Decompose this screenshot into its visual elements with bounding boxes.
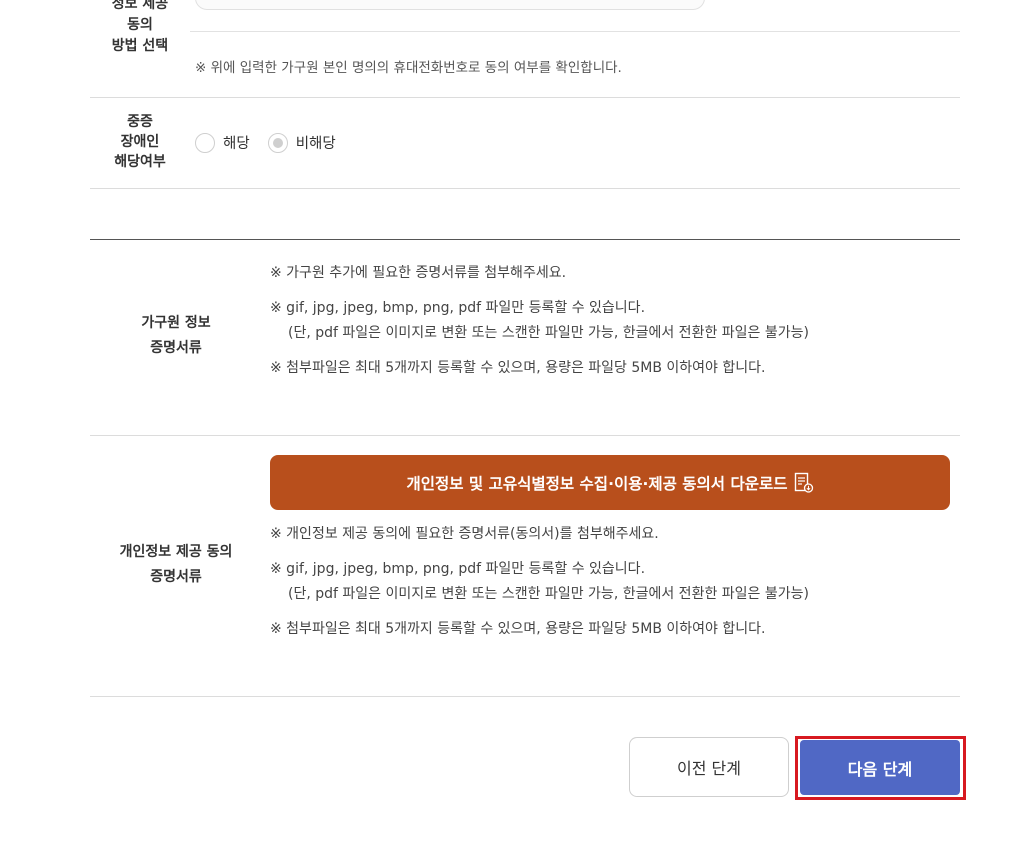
divider [90, 188, 960, 189]
divider [90, 696, 960, 697]
divider [190, 31, 960, 32]
previous-step-button[interactable]: 이전 단계 [629, 737, 789, 797]
consent-method-label: 정보 제공 동의 방법 선택 [111, 0, 169, 54]
privacy-docs-note: (단, pdf 파일은 이미지로 변환 또는 스캔한 파일만 가능, 한글에서 … [288, 586, 809, 602]
household-docs-note: (단, pdf 파일은 이미지로 변환 또는 스캔한 파일만 가능, 한글에서 … [288, 325, 809, 341]
privacy-docs-note: ※ 첨부파일은 최대 5개까지 등록할 수 있으며, 용량은 파일당 5MB 이… [270, 621, 766, 637]
privacy-docs-note: ※ gif, jpg, jpeg, bmp, png, pdf 파일만 등록할 … [270, 561, 646, 577]
privacy-docs-note: ※ 개인정보 제공 동의에 필요한 증명서류(동의서)를 첨부해주세요. [270, 526, 659, 542]
divider [90, 435, 960, 436]
divider [90, 97, 960, 98]
privacy-docs-label: 개인정보 제공 동의 증명서류 [119, 544, 233, 585]
radio-option-not-applicable[interactable]: 비해당 [267, 132, 336, 153]
radio-button-selected[interactable] [267, 132, 288, 153]
radio-option-applicable[interactable]: 해당 [195, 132, 250, 153]
consent-method-select[interactable] [195, 0, 705, 10]
radio-button[interactable] [195, 132, 215, 153]
next-step-button[interactable]: 다음 단계 [800, 740, 960, 795]
disability-radio-group: 해당 비해당 [195, 132, 354, 153]
consent-method-note: ※ 위에 입력한 가구원 본인 명의의 휴대전화번호로 동의 여부를 확인합니다… [195, 60, 622, 76]
section-divider [90, 239, 960, 240]
disability-label: 중증 장애인 해당여부 [114, 114, 166, 170]
household-docs-note: ※ 첨부파일은 최대 5개까지 등록할 수 있으며, 용량은 파일당 5MB 이… [270, 360, 766, 376]
document-download-icon [794, 472, 814, 494]
household-docs-label: 가구원 정보 증명서류 [141, 315, 211, 356]
household-docs-note: ※ 가구원 추가에 필요한 증명서류를 첨부해주세요. [270, 265, 567, 281]
consent-form-download-button[interactable]: 개인정보 및 고유식별정보 수집·이용·제공 동의서 다운로드 [270, 455, 950, 510]
household-docs-note: ※ gif, jpg, jpeg, bmp, png, pdf 파일만 등록할 … [270, 300, 646, 316]
